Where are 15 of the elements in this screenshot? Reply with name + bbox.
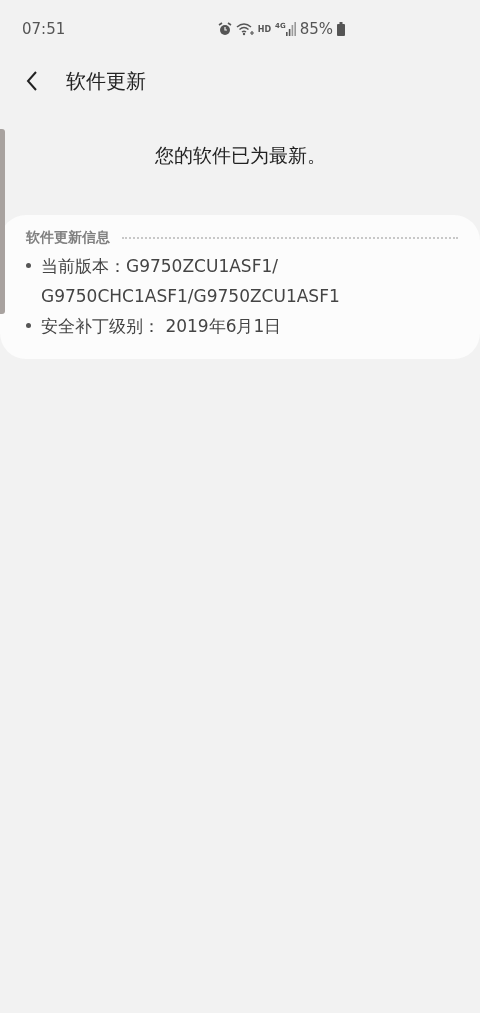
hd-label: HD <box>257 24 272 34</box>
card-title: 软件更新信息 <box>26 229 110 247</box>
wifi-icon <box>235 22 254 36</box>
bullet-icon <box>26 263 31 268</box>
status-message: 您的软件已为最新。 <box>153 143 327 168</box>
info-text: 当前版本：G9750ZCU1ASF1/G9750CHC1ASF1/G9750ZCU1ASF1 <box>41 255 341 308</box>
page-title: 软件更新 <box>66 67 146 95</box>
signal-icon <box>285 22 296 36</box>
alarm-icon <box>217 22 232 36</box>
battery-icon <box>337 22 345 36</box>
bullet-icon <box>26 323 31 328</box>
status-time: 07:51 <box>22 20 66 38</box>
battery-percent: 85% <box>299 20 333 38</box>
info-text: 安全补丁级别： 2019年6月1日 <box>41 315 282 338</box>
back-icon[interactable] <box>26 71 38 91</box>
